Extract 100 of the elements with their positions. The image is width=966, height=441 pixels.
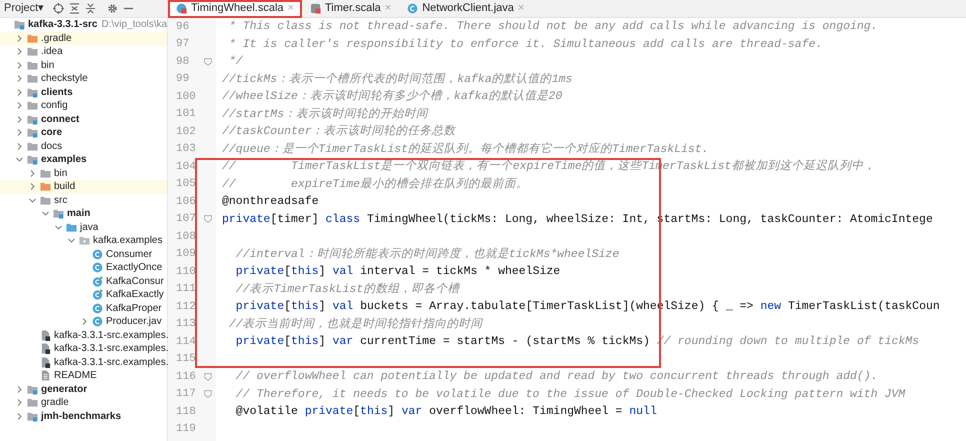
tree-item[interactable]: examples [0,153,167,166]
tree-item[interactable]: connect [0,112,167,126]
chevron-right-icon[interactable] [15,142,24,151]
tree-item[interactable]: kafka.examples [0,234,167,248]
chevron-right-icon[interactable] [15,47,24,56]
editor-tab[interactable]: Timer.scala × [302,0,400,18]
tree-item[interactable]: kafka-3.3.1-src D:\vip_tools\ka [0,18,167,32]
tree-item[interactable]: ExactlyOnce [0,261,167,274]
tree-item-label: gradle [41,396,69,410]
chevron-right-icon[interactable] [80,317,89,326]
tree-item[interactable]: gradle [0,396,167,410]
chevron-right-icon[interactable] [15,88,24,97]
tree-item[interactable]: jmh-benchmarks [0,410,167,423]
tree-item[interactable]: kafka-3.3.1-src.examples. [0,356,167,369]
module-folder-icon [53,208,64,220]
tree-item[interactable]: bin [0,58,167,72]
tree-item[interactable]: checkstyle [0,72,167,86]
editor-tab[interactable]: NetworkClient.java × [399,0,532,18]
tree-item[interactable]: KafkaExactly [0,288,167,302]
folder-icon [27,140,38,152]
package-icon [79,235,90,246]
tree-item[interactable]: .gradle [0,32,167,45]
chevron-down-icon[interactable] [67,236,76,246]
folder-icon [27,73,38,84]
tree-item[interactable]: Producer.jav [0,315,167,328]
chevron-right-icon[interactable] [15,412,24,421]
tree-item[interactable]: clients [0,86,167,99]
line-number: 97 [176,37,190,52]
chevron-right-icon[interactable] [15,74,24,84]
project-path: D:\vip_tools\ka [102,18,168,32]
chevron-right-icon[interactable] [28,182,37,192]
runnable-class-icon [92,276,103,287]
chevron-right-icon[interactable] [15,60,24,70]
tree-item-label: core [41,126,62,140]
chevron-right-icon[interactable] [15,34,24,43]
chevron-down-icon[interactable] [28,196,37,205]
chevron-right-icon[interactable] [15,101,24,110]
folder-icon [40,194,51,206]
tree-item[interactable]: README [0,369,167,382]
tree-item[interactable]: src [0,194,167,207]
line-number: 98 [176,54,190,70]
tree-item[interactable]: Consumer [0,248,167,261]
tree-item-label: .gradle [41,32,72,45]
tree-item-label: kafka-3.3.1-src.examples. [54,328,168,342]
expand-all-icon[interactable] [69,3,80,14]
code-line: @volatile private[this] var overflowWheel: TimingWheel = null [234,404,658,420]
line-number: 117 [176,387,196,402]
line-number: 105 [176,177,196,192]
collapse-all-icon[interactable] [85,3,96,14]
tree-item[interactable]: core [0,126,167,140]
tree-item[interactable]: .idea [0,45,167,58]
tree-item-label: config [41,99,68,112]
tree-item-label: main [67,207,90,220]
tree-item[interactable]: KafkaProper [0,302,167,315]
tree-item-label: clients [41,86,73,99]
class-icon [92,316,103,328]
line-number: 100 [176,90,196,104]
tree-item[interactable]: kafka-3.3.1-src.examples. [0,328,167,342]
chevron-down-icon[interactable] [41,209,50,218]
tree-item[interactable]: generator [0,382,167,396]
line-number: 101 [176,107,196,122]
line-number: 113 [176,317,196,332]
line-number: 104 [176,160,196,174]
chevron-right-icon[interactable] [15,114,24,124]
chevron-down-icon[interactable] [15,155,24,164]
chevron-down-icon[interactable] [54,222,63,232]
chevron-right-icon[interactable] [28,168,37,178]
folder-icon [27,100,38,112]
tree-item[interactable]: KafkaConsur [0,274,167,288]
line-number: 106 [176,194,196,210]
tree-item[interactable]: main [0,207,167,220]
module-folder-icon [14,19,25,30]
tree-item[interactable]: build [0,180,167,194]
folder-icon [27,46,38,58]
chevron-right-icon[interactable] [15,384,24,394]
tree-item-label: Consumer [106,248,152,261]
folder-icon [66,222,77,233]
tree-item-label: java [80,220,98,234]
tree-item[interactable]: docs [0,140,167,153]
folder-icon [40,181,51,192]
code-line: //interval：时间轮所能表示的时间跨度，也就是tickMs*wheelSize [234,246,620,262]
code-line: */ [228,54,244,70]
chevron-right-icon[interactable] [15,398,24,408]
tree-item[interactable]: java [0,220,167,234]
code-line: @nonthreadsafe [222,194,320,210]
module-folder-icon [27,154,38,166]
chevron-right-icon[interactable] [15,128,24,138]
project-view-selector[interactable]: Project▾ [4,0,44,17]
target-icon[interactable] [53,3,64,14]
file-icon [40,343,51,354]
tree-item-label: bin [54,166,68,180]
tree-item[interactable]: bin [0,166,167,180]
editor-tab[interactable]: TimingWheel.scala × [168,0,302,18]
tree-item-label: KafkaConsur [106,274,164,288]
line-number: 103 [176,142,196,157]
tree-item[interactable]: config [0,99,167,112]
code-line: //tickMs：表示一个槽所代表的时间范围，kafka的默认值的1ms [222,72,574,88]
tree-item[interactable]: kafka-3.3.1-src.examples. [0,342,167,356]
tree-item-label: KafkaExactly [106,288,164,302]
settings-icon[interactable] [107,3,118,14]
